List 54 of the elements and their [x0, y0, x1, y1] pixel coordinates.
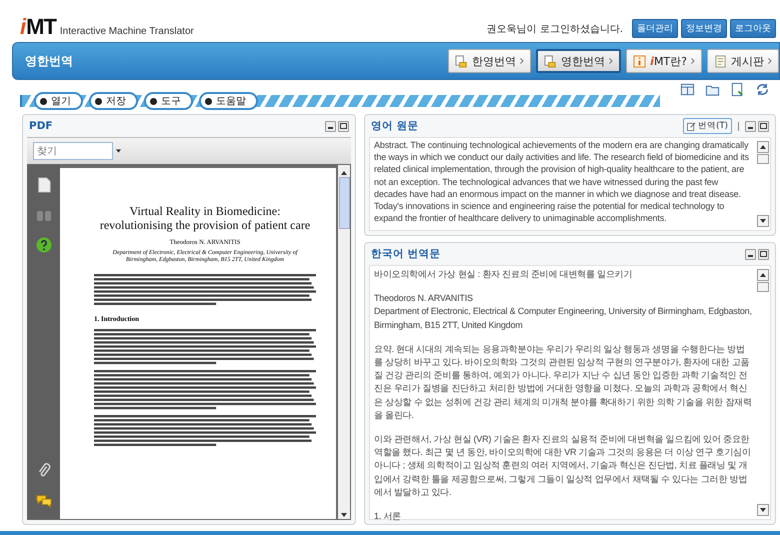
caret-icon: [609, 58, 614, 64]
translate-button[interactable]: 번역(T): [683, 118, 732, 134]
account-button[interactable]: 폴더관리: [632, 19, 678, 38]
caret-icon: [520, 58, 524, 64]
account-button[interactable]: 정보변경: [681, 19, 727, 38]
translation-text: 바이오의학에서 가상 현실 : 환자 진료의 준비에 대변혁를 일으키기: [374, 268, 634, 281]
logo-subtitle: Interactive Machine Translator: [60, 26, 194, 37]
toolbar-tab[interactable]: 열기: [34, 92, 83, 110]
toolbar-tab[interactable]: 도움말: [199, 92, 258, 110]
translation-text: 요약. 현대 시대의 계속되는 응용과학분야는 우리가 우리의 일상 행동과 생명을 수행한다는 방법를 상당히 바꾸고 있다. 바이오의학와 그것의 관련된 임상적 구현의 연구분야가, 환자에 대한 고품질 건강 관리의 준비를 통하여, 예외가 아니다. 우리가 지난 수 십년 동안 입증한 과학 기술적인 전진은 우리가 질병을 진단하고 처리한 방법에 거대한 영향을 미쳤다. 오늘의 과학과 공학에서 혁신은 상상할 수 없는 성취에 건강 관리 체계의 미개척 분야를 확대하기 위한 의학 기술을 위한 잠재력을 올린다.: [374, 342, 752, 422]
scrollbar[interactable]: [338, 165, 350, 519]
panel-title: PDF: [29, 120, 53, 132]
page-title: 영한번역: [25, 52, 73, 70]
translation-text: 이와 관련해서, 가상 현실 (VR) 기술은 환자 진료의 실용적 준비에 대변혁을 일으킴에 있어 중요한 역할을 했다. 최근 몇 년 동안, 바이오의학에 대한 VR 기술과 그것의 응용은 더 이상 연구 호기심이 아니다 ; 생체 의학적이고 임상적 훈련의 여러 지역에서, 기술과 혁신은 진단법, 치료 플래닝 및 개입에서 강력한 툴을 제공함으로써, 그렇게 그들이 일상적 업무에서 채택될 수 있다는 그러한 방법에서 발달하고 있다.: [374, 433, 752, 499]
translation-text: Department of Electronic, Electrical & Computer Engineering, University of Birmingham, Edgbaston, Birmingham, B15 2TT, United Kingdom: [374, 305, 752, 332]
panel-title: 한국어 번역문: [371, 247, 441, 261]
menu-button[interactable]: 게시판: [707, 49, 779, 73]
menu-button[interactable]: 한영번역: [448, 49, 532, 73]
minimize-button[interactable]: [745, 120, 756, 132]
logo-mark: iMT: [20, 14, 56, 40]
paperclip-icon[interactable]: [36, 463, 52, 479]
menu-button[interactable]: iMT란?: [626, 49, 702, 73]
document-title: Virtual Reality in Biomedicine: revolutionising the provision of patient care: [98, 204, 312, 233]
refresh-icon[interactable]: [755, 82, 770, 97]
maximize-button[interactable]: [338, 120, 349, 132]
search-field[interactable]: 찾기: [33, 142, 113, 160]
caret-icon: [768, 58, 772, 64]
source-text: Abstract. The continuing technological achievements of the modern era are changing dramatically the ways in which we conduct our daily activities and life. The research field of biomedicine and its related clinical implementation, through the provision of high-quality healthcare to the patient, are not an exception. The technological advances that we have witnessed during the past few decades have had an enormous impact on the manner in which we diagnose and treat disease. Today's innovations in science and engineering raise the potential for medical technology to expand the frontier of healthcare delivery to unimaginable accomplishments.: [373, 139, 750, 226]
translate-icon: [455, 54, 468, 68]
scrollbar[interactable]: [756, 138, 770, 230]
dropdown-arrow-icon[interactable]: [116, 149, 121, 153]
edit-icon: [687, 122, 696, 130]
document-icon[interactable]: [730, 82, 745, 97]
panel-title: 영어 원문: [371, 119, 419, 133]
maximize-button[interactable]: [758, 120, 769, 132]
login-message: 권오욱님이 로그인하셨습니다.: [486, 22, 623, 36]
minimize-button[interactable]: [745, 248, 756, 260]
toolbar-tab[interactable]: 도구: [144, 92, 193, 110]
page-icon[interactable]: [36, 177, 52, 193]
help-icon[interactable]: [36, 237, 52, 253]
minimize-button[interactable]: [325, 120, 336, 132]
translation-text: 1. 서론: [374, 510, 402, 524]
caret-icon: [691, 58, 695, 64]
translation-text: Theodoros N. ARVANITIS: [374, 292, 474, 306]
toolbar-tab[interactable]: 저장: [89, 92, 138, 110]
scrollbar[interactable]: [756, 266, 770, 519]
translate-icon: [544, 54, 558, 68]
comments-icon[interactable]: [36, 493, 52, 509]
menu-button[interactable]: 영한번역: [536, 49, 622, 73]
window-icon[interactable]: [680, 82, 695, 97]
account-button[interactable]: 로그아웃: [730, 19, 776, 38]
info-icon: [633, 54, 646, 68]
notepad-icon: [714, 54, 727, 68]
maximize-button[interactable]: [758, 248, 769, 260]
